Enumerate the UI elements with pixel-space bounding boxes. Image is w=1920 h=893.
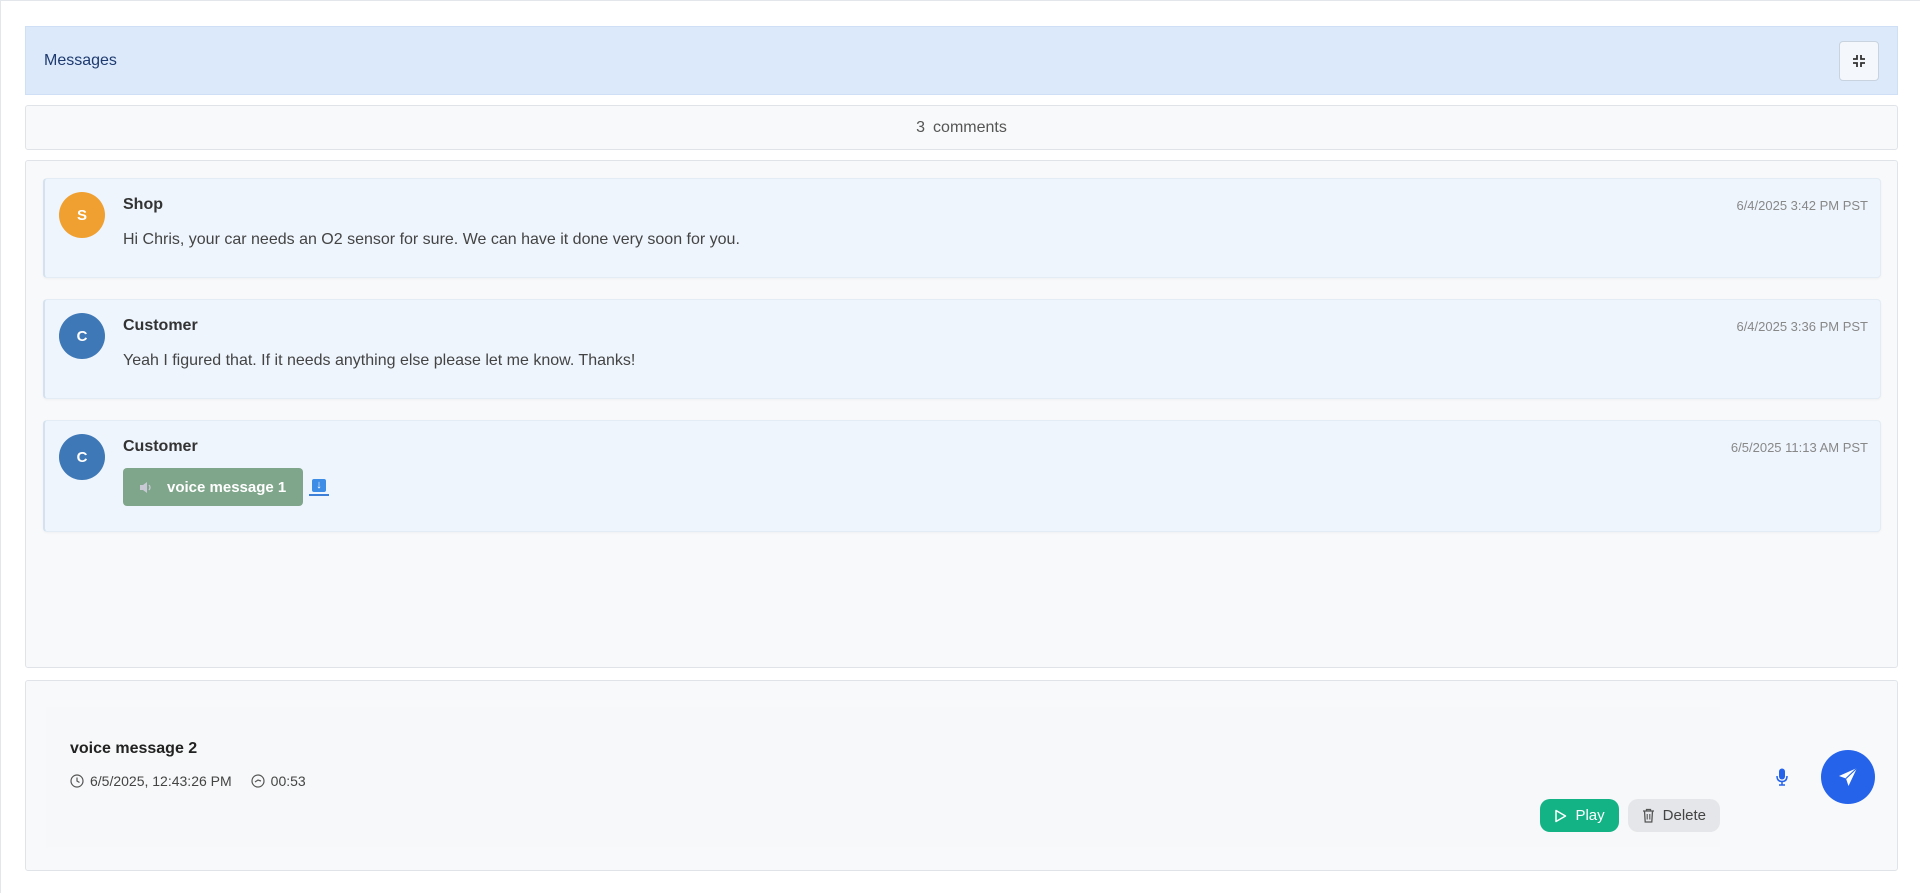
comments-count-bar: 3 comments [25,105,1898,150]
avatar: S [59,192,105,238]
message-timestamp: 6/4/2025 3:36 PM PST [1736,319,1868,334]
voice-message-button[interactable]: voice message 1 [123,468,304,506]
comments-label: comments [933,118,1007,136]
message-item: C Customer 6/4/2025 3:36 PM PST Yeah I f… [43,299,1881,399]
clock-icon [70,774,84,788]
comments-count: 3 [916,118,926,136]
collapse-button[interactable] [1839,40,1879,81]
download-button[interactable]: ↓ [309,479,329,496]
send-icon [1839,767,1858,786]
app-frame: Messages 3 comments S Shop 6/4/2025 3:42… [0,0,1920,893]
message-timestamp: 6/5/2025 11:13 AM PST [1730,440,1868,455]
draft-meta: 6/5/2025, 12:43:26 PM 00:53 [70,773,325,789]
trash-icon [1642,808,1654,823]
message-author: Shop [123,196,163,213]
messages-header: Messages [25,26,1898,95]
send-button[interactable] [1821,750,1875,804]
message-item: S Shop 6/4/2025 3:42 PM PST Hi Chris, yo… [43,178,1881,278]
duration: 00:53 [251,773,306,789]
play-button[interactable]: Play [1540,799,1619,832]
recorded-at: 6/5/2025, 12:43:26 PM [70,773,232,789]
microphone-icon [1776,768,1788,786]
message-composer: voice message 2 6/5/2025, 12:43:26 PM 00… [25,680,1898,871]
delete-button[interactable]: Delete [1627,799,1720,832]
page-title: Messages [44,51,117,69]
microphone-button[interactable] [1772,765,1792,789]
play-icon [1555,809,1567,822]
voice-draft: voice message 2 6/5/2025, 12:43:26 PM 00… [46,707,1720,847]
message-author: Customer [123,317,198,334]
delete-label: Delete [1662,807,1706,824]
download-icon: ↓ [312,479,326,492]
avatar: C [59,434,105,480]
message-item: C Customer 6/5/2025 11:13 AM PST voice m… [43,420,1881,532]
draft-title: voice message 2 [70,740,198,757]
voice-message-label: voice message 1 [167,478,287,496]
message-timestamp: 6/4/2025 3:42 PM PST [1736,198,1868,213]
draft-actions: Play Delete [1540,799,1720,832]
duration-text: 00:53 [270,773,306,789]
message-text: Hi Chris, your car needs an O2 sensor fo… [123,231,740,248]
play-label: Play [1575,807,1605,824]
avatar: C [59,313,105,359]
recorded-at-text: 6/5/2025, 12:43:26 PM [90,773,232,789]
message-list: S Shop 6/4/2025 3:42 PM PST Hi Chris, yo… [25,160,1898,668]
collapse-icon [1853,54,1865,67]
message-author: Customer [123,438,198,455]
timer-icon [251,774,265,788]
message-text: Yeah I figured that. If it needs anythin… [123,352,636,369]
speaker-icon [140,481,151,493]
